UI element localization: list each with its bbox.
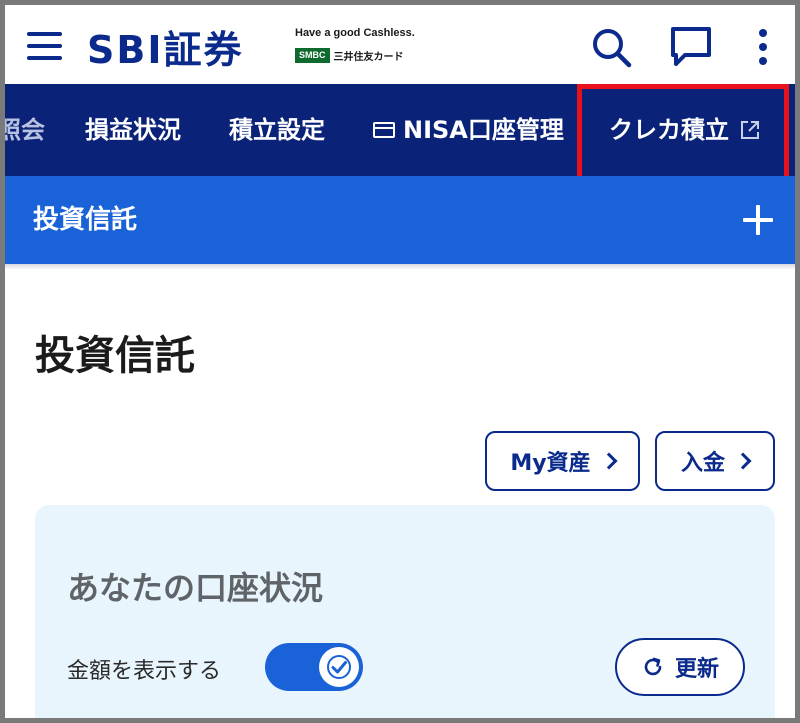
smbc-badge: SMBC [295,47,330,63]
nav-item-credit-card-investment[interactable]: クレカ積立 [609,84,761,176]
show-amount-label: 金額を表示する [67,659,222,684]
chevron-right-icon [600,452,618,470]
top-header: SBI証券 Have a good Cashless. SMBC 三井住友カード [5,5,795,81]
tagline: Have a good Cashless. [295,27,415,39]
more-vert-icon[interactable] [745,25,789,69]
nav-item-nisa[interactable]: NISA口座管理 [373,84,564,176]
smbc-card-text: 三井住友カード [333,51,404,63]
refresh-button[interactable]: 更新 [615,638,745,696]
fund-nav-bar: 照会 損益状況 積立設定 NISA口座管理 クレカ積立 [5,84,795,176]
deposit-label: 入金 [680,451,725,476]
sbi-logo[interactable]: SBI証券 [87,19,243,74]
refresh-label: 更新 [674,657,719,682]
my-assets-label: My資産 [510,451,591,476]
account-status-card: あなたの口座状況 金額を表示する 更新 [35,505,775,718]
account-status-title: あなたの口座状況 [67,569,324,607]
fund-bar-title: 投資信託 [33,205,138,235]
nav-item-inquiry[interactable]: 照会 [5,84,45,176]
my-assets-button[interactable]: My資産 [485,431,640,491]
chevron-right-icon [734,452,752,470]
nav-item-recurring-settings[interactable]: 積立設定 [229,84,325,176]
nav-item-nisa-label: NISA口座管理 [403,116,564,144]
toggle-knob [319,647,359,687]
deposit-button[interactable]: 入金 [655,431,775,491]
nav-item-credit-label: クレカ積立 [609,116,729,144]
smbc-logo: SMBC 三井住友カード [295,47,404,63]
hamburger-menu-icon[interactable] [27,29,67,65]
refresh-icon [644,657,662,676]
fund-accordion-bar[interactable]: 投資信託 [5,176,795,264]
divider [5,264,795,270]
page-title: 投資信託 [35,333,195,379]
plus-icon[interactable] [740,202,776,238]
nav-item-profit-loss[interactable]: 損益状況 [85,84,181,176]
check-icon [327,655,351,679]
card-icon [373,122,395,138]
external-link-icon [741,121,759,139]
app-frame: SBI証券 Have a good Cashless. SMBC 三井住友カード… [0,0,800,723]
chat-icon[interactable] [669,25,713,69]
show-amount-toggle[interactable] [265,643,363,691]
search-icon[interactable] [589,25,633,69]
